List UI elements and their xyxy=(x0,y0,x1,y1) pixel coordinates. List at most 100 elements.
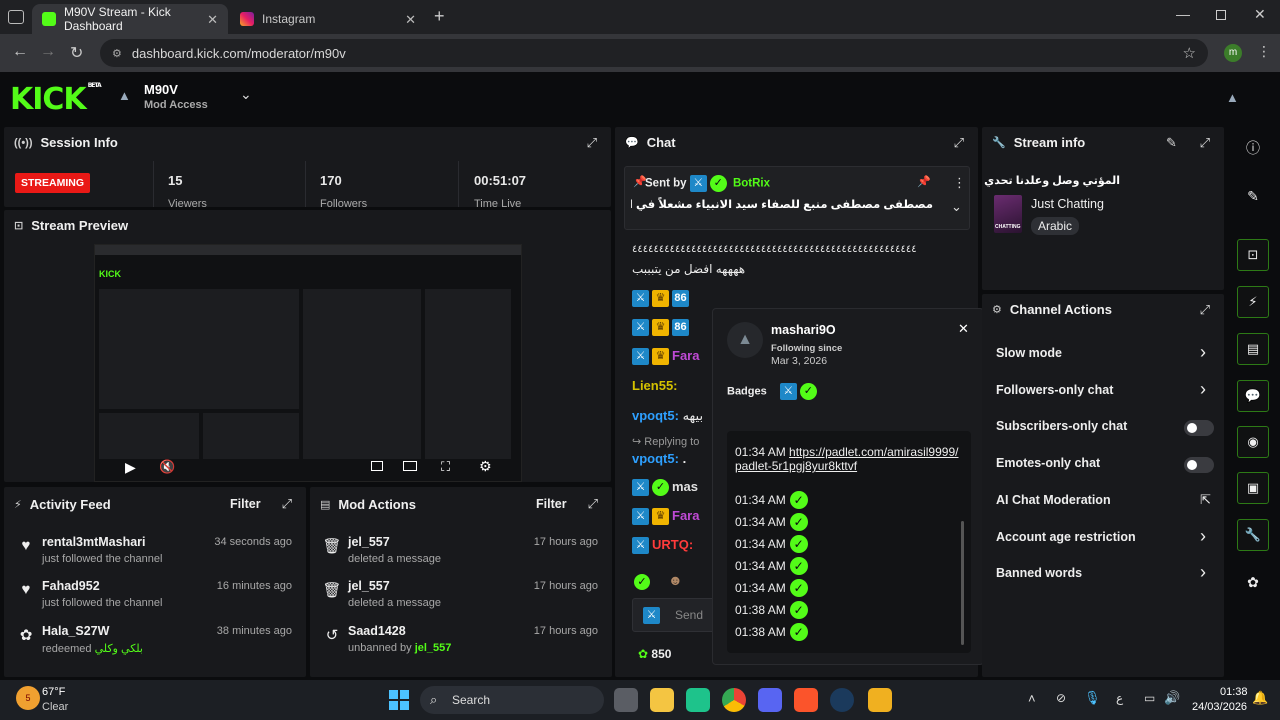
chat-username[interactable]: Fara xyxy=(672,348,699,363)
settings-gear-icon[interactable]: ⚙ xyxy=(479,458,492,475)
messaging-app-icon[interactable] xyxy=(686,688,710,712)
mute-icon[interactable]: 🔇 xyxy=(159,459,175,475)
chat-message[interactable]: ⚔ ✓ mas xyxy=(632,479,698,497)
activity-item[interactable]: ♥ rental3mtMashari just followed the cha… xyxy=(4,529,306,573)
mod-action-item[interactable]: 🗑 jel_557 deleted a message 17 hours ago xyxy=(310,573,612,617)
chevron-right-icon[interactable]: › xyxy=(1200,379,1206,400)
expand-icon[interactable]: ⤢ xyxy=(588,496,598,512)
expand-icon[interactable]: ⤢ xyxy=(1200,302,1210,318)
input-language[interactable]: ع xyxy=(1116,691,1123,705)
discord-icon[interactable] xyxy=(758,688,782,712)
toggle-switch[interactable] xyxy=(1184,457,1214,474)
task-view-icon[interactable] xyxy=(614,688,638,712)
expand-icon[interactable]: ⤢ xyxy=(1200,135,1210,151)
mod-action-by[interactable]: jel_557 xyxy=(415,642,452,654)
pinned-expand-chevron-icon[interactable]: ⌄ xyxy=(951,199,962,215)
chevron-right-icon[interactable]: › xyxy=(1200,342,1206,363)
channel-action-item[interactable]: Slow mode › xyxy=(982,340,1224,370)
channel-action-item[interactable]: Emotes-only chat xyxy=(982,450,1224,480)
chat-message[interactable]: ⚔ ♛ 86 xyxy=(632,290,692,308)
filter-button[interactable]: Filter xyxy=(536,497,567,511)
channel-action-item[interactable]: Account age restriction › xyxy=(982,524,1224,554)
scrollbar[interactable] xyxy=(961,521,964,645)
chat-message[interactable]: ⚔ ♛ 86 xyxy=(632,319,692,337)
user-message-history[interactable]: 01:34 AM https://padlet.com/amirasil9999… xyxy=(727,431,971,653)
chat-username[interactable]: mas xyxy=(672,479,698,494)
reload-icon[interactable]: ↻ xyxy=(70,43,83,63)
user-card-username[interactable]: mashari9O xyxy=(771,323,836,337)
tray-chevron-icon[interactable]: ˄ xyxy=(1028,691,1036,706)
pinned-message[interactable]: 📌 Sent by ⚔ ✓ BotRix 📌 ⋮ مصطفى مصطفى منبع… xyxy=(624,166,970,230)
pip-icon[interactable] xyxy=(371,461,383,471)
points-icon[interactable]: ✿ xyxy=(1237,568,1269,596)
chat-username[interactable]: Lien55: xyxy=(632,378,678,393)
edit-pencil-icon[interactable]: ✎ xyxy=(1166,135,1177,151)
user-avatar[interactable]: ▲ xyxy=(1226,90,1239,105)
close-icon[interactable]: ✕ xyxy=(958,321,969,337)
browser-menu-icon[interactable]: ⋮ xyxy=(1257,43,1271,60)
taskbar-search[interactable]: ⌕ Search xyxy=(420,686,604,714)
bookmark-star-icon[interactable]: ☆ xyxy=(1183,44,1196,62)
stream-video[interactable]: KICK ▶ 🔇 ⛶ ⚙ xyxy=(94,244,522,482)
fullscreen-icon[interactable]: ⛶ xyxy=(441,459,450,475)
tab-instagram[interactable]: Instagram ✕ xyxy=(230,4,426,34)
activity-item[interactable]: ✿ Hala_S27W redeemed بلكي وكلي 38 minute… xyxy=(4,618,306,662)
display-icon[interactable]: ▭ xyxy=(1144,691,1155,705)
maximize-icon[interactable] xyxy=(1216,10,1226,20)
chat-icon[interactable]: 💬 xyxy=(1237,380,1269,412)
preview-icon[interactable]: ⊡ xyxy=(1237,239,1269,271)
notifications-icon[interactable]: 🔔 xyxy=(1252,690,1268,706)
chat-username[interactable]: Fara xyxy=(672,508,699,523)
minimize-icon[interactable]: — xyxy=(1176,6,1190,22)
tab-list-icon[interactable] xyxy=(8,10,24,24)
kick-logo[interactable]: KICK BETA xyxy=(10,82,102,117)
expand-icon[interactable]: ⤢ xyxy=(282,496,292,512)
clock-date[interactable]: 24/03/2026 xyxy=(1192,701,1247,713)
chat-message[interactable]: ٤٤٤٤٤٤٤٤٤٤٤٤٤٤٤٤٤٤٤٤٤٤٤٤٤٤٤٤٤٤٤٤٤٤٤٤٤٤٤٤… xyxy=(632,244,954,255)
start-button-icon[interactable] xyxy=(389,690,409,710)
new-tab-icon[interactable]: + xyxy=(434,6,445,27)
wrench-icon[interactable]: 🔧 xyxy=(1237,519,1269,551)
chat-username[interactable]: vpoqt5: xyxy=(632,451,679,466)
info-icon[interactable]: ⓘ xyxy=(1237,134,1269,162)
broadcast-icon[interactable]: ◉ xyxy=(1237,426,1269,458)
close-window-icon[interactable]: ✕ xyxy=(1254,6,1266,23)
site-info-icon[interactable]: ⚙ xyxy=(112,47,122,60)
mod-action-item[interactable]: 🗑 jel_557 deleted a message 17 hours ago xyxy=(310,529,612,573)
chat-message[interactable]: ⚔ ♛ Fara xyxy=(632,508,699,526)
activity-item[interactable]: ♥ Fahad952 just followed the channel 16 … xyxy=(4,573,306,617)
brave-icon[interactable] xyxy=(794,688,818,712)
chevron-right-icon[interactable]: › xyxy=(1200,562,1206,583)
steam-icon[interactable] xyxy=(830,688,854,712)
expand-icon[interactable]: ⤢ xyxy=(587,135,597,151)
toggle-switch[interactable] xyxy=(1184,420,1214,437)
chevron-right-icon[interactable]: › xyxy=(1200,526,1206,547)
chat-username[interactable]: vpoqt5: xyxy=(632,408,679,423)
chat-message[interactable]: vpoqt5: بيهه xyxy=(632,408,703,424)
channel-action-item[interactable]: Subscribers-only chat xyxy=(982,413,1224,443)
channel-action-item[interactable]: Banned words › xyxy=(982,560,1224,590)
play-icon[interactable]: ▶ xyxy=(125,459,136,476)
pinned-menu-icon[interactable]: ⋮ xyxy=(953,175,966,191)
network-icon[interactable]: ⊘ xyxy=(1056,691,1066,705)
list-icon[interactable]: ▤ xyxy=(1237,333,1269,365)
profile-avatar[interactable]: m xyxy=(1224,44,1242,62)
channel-switcher-chevron-icon[interactable]: ⌄ xyxy=(240,86,252,103)
forward-icon[interactable]: → xyxy=(40,43,56,61)
expand-icon[interactable]: ⤢ xyxy=(954,135,964,151)
chat-message[interactable]: ⚔ URTQ: xyxy=(632,537,693,555)
weather-icon[interactable]: 5 xyxy=(16,686,40,710)
back-icon[interactable]: ← xyxy=(12,43,28,61)
volume-icon[interactable]: 🔊 xyxy=(1164,690,1180,706)
channel-action-item[interactable]: AI Chat Moderation ⇱ xyxy=(982,487,1224,517)
chrome-icon[interactable] xyxy=(722,688,746,712)
chat-message[interactable]: ⚔ ♛ Fara xyxy=(632,348,699,366)
mod-action-item[interactable]: ↺ Saad1428 unbanned by jel_557 17 hours … xyxy=(310,618,612,662)
microphone-icon[interactable]: 🎙 xyxy=(1084,690,1101,706)
chat-message[interactable]: Lien55: xyxy=(632,378,678,393)
file-explorer-icon[interactable] xyxy=(650,688,674,712)
unpin-icon[interactable]: 📌 xyxy=(917,175,931,188)
clock-time[interactable]: 01:38 xyxy=(1220,686,1248,698)
address-bar[interactable]: ⚙ dashboard.kick.com/moderator/m90v ☆ xyxy=(100,39,1208,67)
chat-username[interactable]: URTQ: xyxy=(652,537,693,552)
